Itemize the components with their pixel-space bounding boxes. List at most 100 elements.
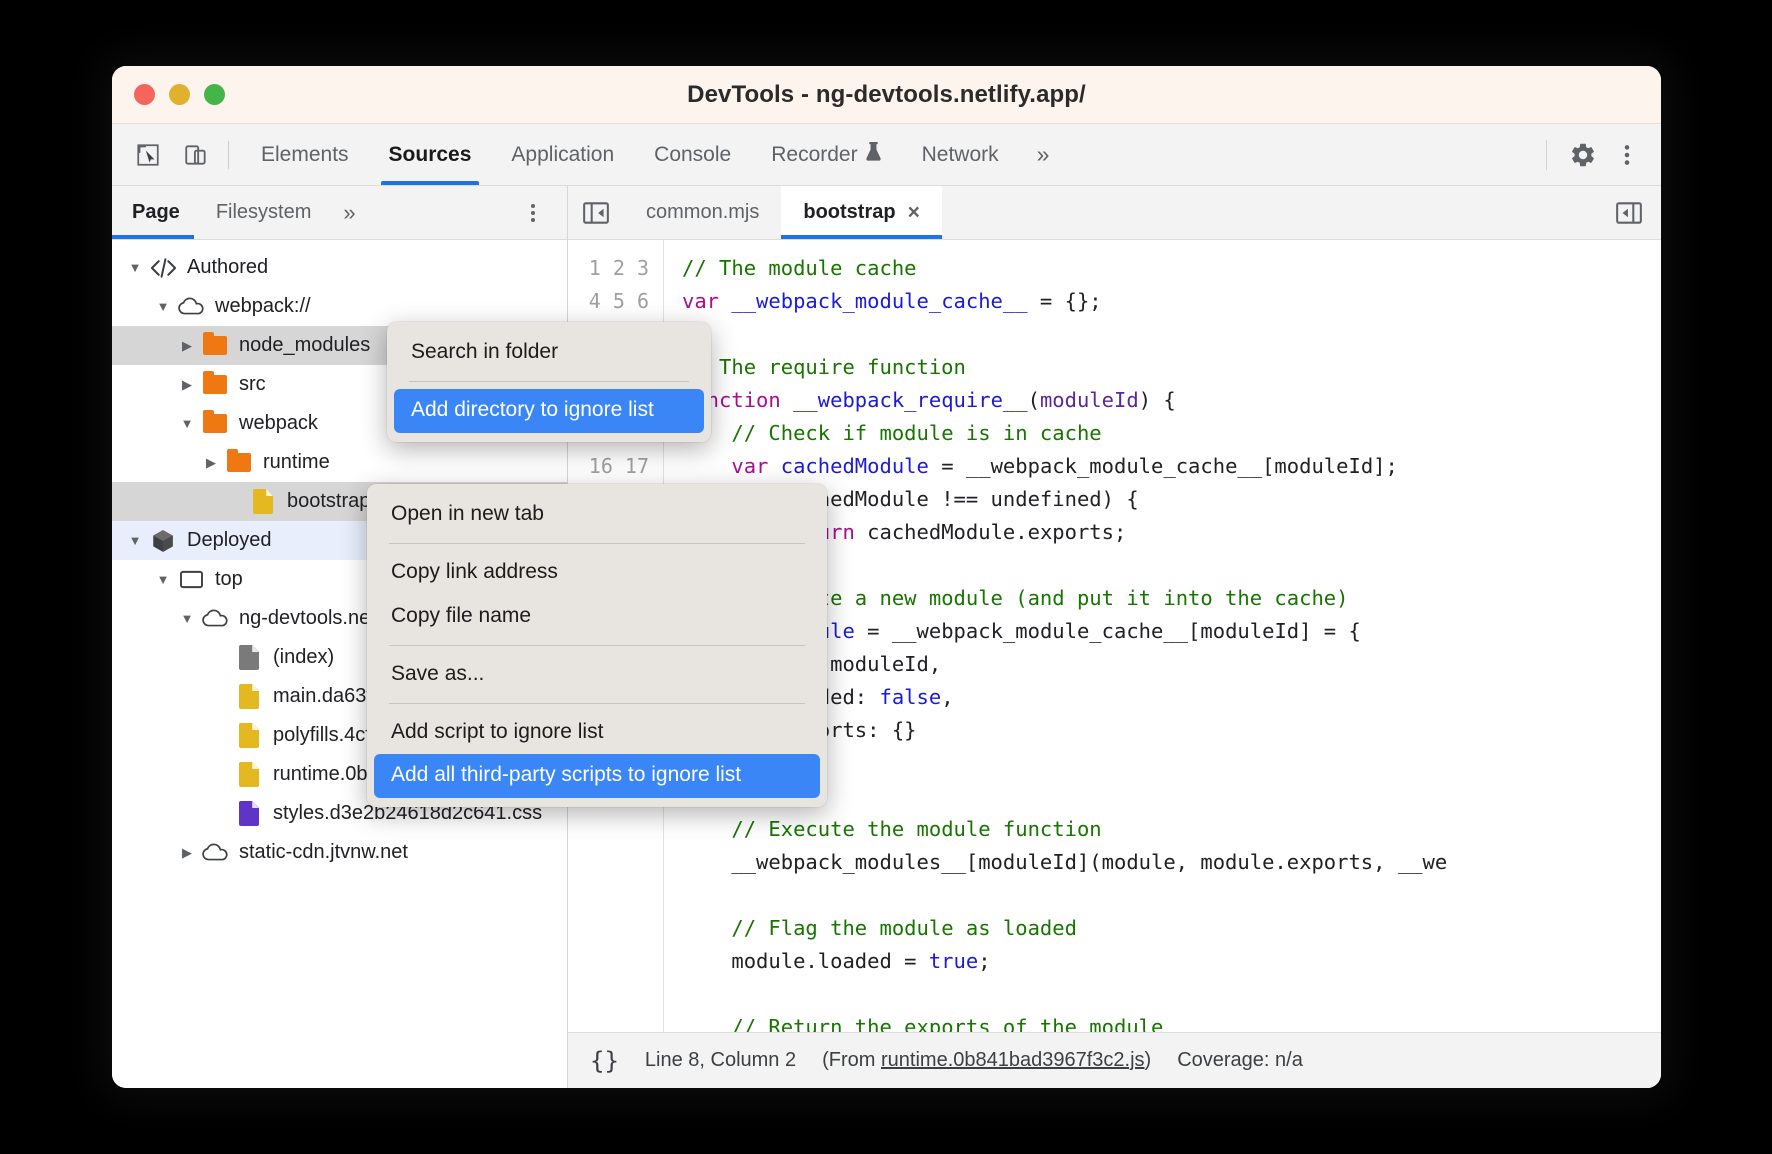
coverage-status: Coverage: n/a — [1177, 1049, 1303, 1072]
tree-item-label: static-cdn.jtvnw.net — [239, 841, 408, 864]
cursor-position: Line 8, Column 2 — [645, 1049, 796, 1072]
navigator-tabs: Page Filesystem » — [112, 186, 567, 240]
menu-item-save-as[interactable]: Save as... — [367, 653, 827, 696]
source-origin-prefix: (From — [822, 1049, 881, 1071]
twisty-down-icon[interactable]: ▼ — [150, 573, 176, 586]
tab-application[interactable]: Application — [491, 124, 634, 185]
navigator-more-options-icon[interactable] — [499, 186, 567, 239]
file-js-icon — [248, 489, 278, 514]
context-menu-file: Open in new tab Copy link address Copy f… — [367, 484, 827, 807]
devtools-window: DevTools - ng-devtools.netlify.app/ — [112, 66, 1661, 1088]
nav-tab-filesystem-label: Filesystem — [216, 201, 312, 224]
minimize-window-button[interactable] — [169, 84, 190, 105]
twisty-right-icon[interactable]: ▶ — [198, 456, 224, 469]
code-brackets-icon — [148, 258, 178, 278]
menu-item-add-directory-to-ignore-list[interactable]: Add directory to ignore list — [394, 389, 704, 432]
menu-item-copy-link-address[interactable]: Copy link address — [367, 551, 827, 594]
tab-elements-label: Elements — [261, 143, 349, 167]
gear-icon[interactable] — [1563, 135, 1603, 175]
window-title: DevTools - ng-devtools.netlify.app/ — [112, 81, 1661, 109]
toolbar-divider — [228, 141, 229, 169]
traffic-lights — [134, 84, 225, 105]
folder-icon — [200, 414, 230, 433]
tree-item-runtime[interactable]: ▶ runtime — [112, 443, 567, 482]
devtools-body: Page Filesystem » — [112, 186, 1661, 1088]
pretty-print-icon[interactable]: {} — [590, 1047, 619, 1075]
tab-sources[interactable]: Sources — [369, 124, 492, 185]
tree-item-label: Deployed — [187, 529, 272, 552]
menu-item-open-in-new-tab[interactable]: Open in new tab — [367, 493, 827, 536]
screenshot-root: DevTools - ng-devtools.netlify.app/ — [0, 0, 1772, 1154]
menu-item-add-script-to-ignore-list[interactable]: Add script to ignore list — [367, 711, 827, 754]
twisty-down-icon[interactable]: ▼ — [150, 300, 176, 313]
experiment-flask-icon — [865, 141, 882, 168]
folder-icon — [224, 453, 254, 472]
editor-tab-common-mjs[interactable]: common.mjs — [624, 186, 781, 239]
nav-more-tabs-chevron-icon[interactable]: » — [329, 186, 369, 239]
file-doc-icon — [234, 645, 264, 670]
twisty-down-icon[interactable]: ▼ — [122, 261, 148, 274]
tree-item-label: top — [215, 568, 243, 591]
file-js-icon — [234, 762, 264, 787]
toolbar-left-icons — [112, 124, 216, 185]
tab-recorder[interactable]: Recorder — [751, 124, 901, 185]
panel-tabs: Elements Sources Application Console Rec… — [241, 124, 1067, 185]
nav-tab-page[interactable]: Page — [112, 186, 198, 239]
twisty-right-icon[interactable]: ▶ — [174, 846, 200, 859]
tab-elements[interactable]: Elements — [241, 124, 369, 185]
device-toolbar-icon[interactable] — [176, 135, 216, 175]
file-js-icon — [234, 684, 264, 709]
close-tab-icon[interactable]: × — [908, 201, 920, 225]
tree-item-label: (index) — [273, 646, 334, 669]
tree-item-webpack-protocol[interactable]: ▼ webpack:// — [112, 287, 567, 326]
close-window-button[interactable] — [134, 84, 155, 105]
source-origin-link[interactable]: runtime.0b841bad3967f3c2.js — [881, 1049, 1145, 1071]
folder-icon — [200, 375, 230, 394]
more-tabs-chevron-icon[interactable]: » — [1019, 124, 1068, 185]
twisty-down-icon[interactable]: ▼ — [122, 534, 148, 547]
menu-separator — [389, 543, 805, 544]
twisty-down-icon[interactable]: ▼ — [174, 612, 200, 625]
cloud-icon — [200, 609, 230, 629]
tab-application-label: Application — [511, 143, 614, 167]
collapse-left-icon[interactable] — [568, 186, 624, 239]
tab-console-label: Console — [654, 143, 731, 167]
context-menu-folder: Search in folder Add directory to ignore… — [387, 322, 711, 442]
frame-icon — [176, 569, 206, 590]
more-options-icon[interactable] — [1607, 135, 1647, 175]
zoom-window-button[interactable] — [204, 84, 225, 105]
menu-item-add-all-third-party-scripts-to-ignore-list[interactable]: Add all third-party scripts to ignore li… — [374, 754, 820, 797]
tab-network-label: Network — [922, 143, 999, 167]
tree-item-static-cdn[interactable]: ▶ static-cdn.jtvnw.net — [112, 833, 567, 872]
tree-item-label: runtime — [263, 451, 330, 474]
editor-tab-label: common.mjs — [646, 201, 759, 224]
tree-item-label: webpack — [239, 412, 318, 435]
inspect-element-icon[interactable] — [128, 135, 168, 175]
toolbar-right-icons — [1546, 124, 1661, 185]
menu-separator — [389, 645, 805, 646]
tab-sources-label: Sources — [389, 143, 472, 167]
twisty-right-icon[interactable]: ▶ — [174, 339, 200, 352]
file-js-icon — [234, 723, 264, 748]
tab-recorder-label: Recorder — [771, 143, 857, 167]
toolbar-divider-right — [1546, 140, 1547, 170]
editor-tab-label: bootstrap — [803, 201, 895, 224]
twisty-down-icon[interactable]: ▼ — [174, 417, 200, 430]
folder-icon — [200, 336, 230, 355]
cloud-icon — [200, 843, 230, 863]
tab-console[interactable]: Console — [634, 124, 751, 185]
tree-item-label: Authored — [187, 256, 268, 279]
cube-icon — [148, 528, 178, 554]
tree-item-label: webpack:// — [215, 295, 311, 318]
menu-separator — [389, 703, 805, 704]
editor-tab-bootstrap[interactable]: bootstrap × — [781, 186, 941, 239]
menu-item-search-in-folder[interactable]: Search in folder — [387, 331, 711, 374]
nav-tab-page-label: Page — [132, 201, 180, 224]
tree-item-authored[interactable]: ▼ Authored — [112, 248, 567, 287]
twisty-right-icon[interactable]: ▶ — [174, 378, 200, 391]
menu-item-copy-file-name[interactable]: Copy file name — [367, 595, 827, 638]
expand-right-icon[interactable] — [1597, 186, 1661, 239]
file-css-icon — [234, 801, 264, 826]
nav-tab-filesystem[interactable]: Filesystem — [198, 186, 330, 239]
tab-network[interactable]: Network — [902, 124, 1019, 185]
